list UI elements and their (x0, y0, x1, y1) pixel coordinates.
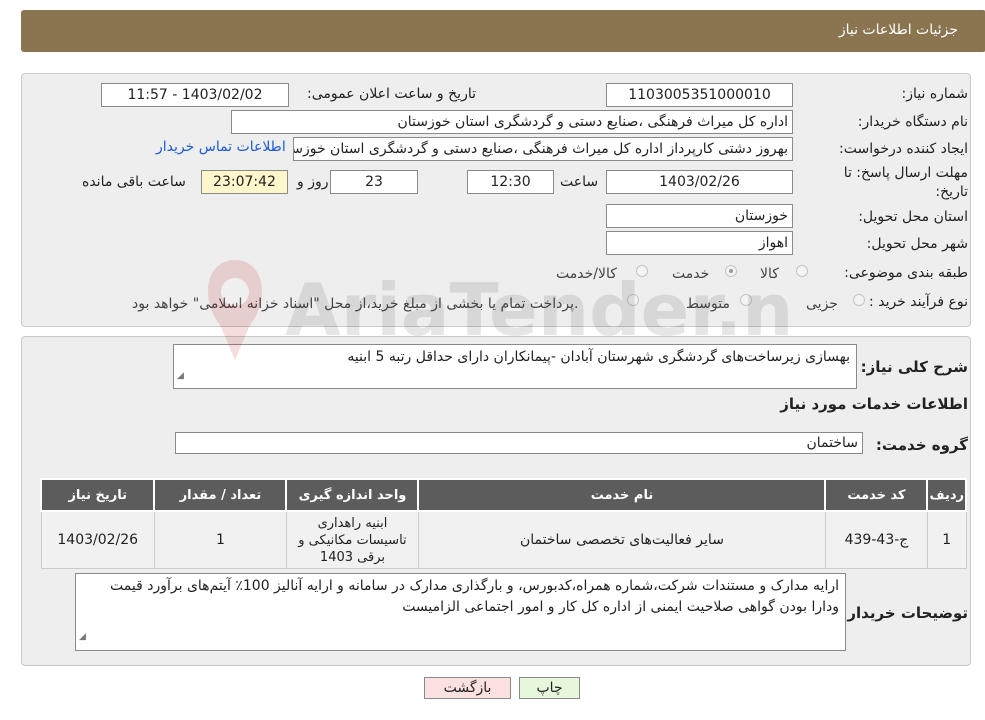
process-treasury-note: پرداخت تمام یا بخشی از مبلغ خرید،از محل … (132, 296, 579, 312)
buyer-org-field[interactable]: اداره کل میراث فرهنگی ،صنایع دستی و گردش… (231, 110, 793, 134)
services-section-title: اطلاعات خدمات مورد نیاز (780, 395, 968, 413)
requester-label: ایجاد کننده درخواست: (839, 141, 968, 157)
col-need-date: تاریخ نیاز (39, 478, 156, 512)
cell-quantity: 1 (153, 510, 287, 569)
resize-grip-icon[interactable]: ◢ (177, 366, 184, 386)
category-radio-service[interactable] (725, 265, 737, 277)
services-table: ردیف کد خدمت نام خدمت واحد اندازه گیری ت… (39, 478, 967, 569)
col-quantity: تعداد / مقدار (153, 478, 288, 512)
description-text: بهسازی زیرساخت‌های گردشگری شهرستان آبادا… (347, 349, 850, 365)
process-option-minor: جزیی (806, 296, 838, 312)
need-number-field[interactable]: 1103005351000010 (606, 83, 793, 107)
province-label: استان محل تحویل: (858, 209, 968, 225)
province-field[interactable]: خوزستان (606, 204, 793, 228)
process-radio-minor[interactable] (853, 294, 865, 306)
days-remaining-field[interactable]: 23 (330, 170, 418, 194)
cell-unit: ابنیه راهداری تاسیسات مکانیکی و برقی 140… (285, 510, 419, 569)
table-row: 1 ج-43-439 سایر فعالیت‌های تخصصی ساختمان… (40, 510, 967, 569)
print-button[interactable]: چاپ (519, 677, 580, 699)
category-radio-goods[interactable] (796, 265, 808, 277)
col-service-code: کد خدمت (824, 478, 929, 512)
need-number-label: شماره نیاز: (901, 86, 969, 102)
contact-info-link[interactable]: اطلاعات تماس خریدار (156, 139, 286, 155)
col-unit: واحد اندازه گیری (285, 478, 420, 512)
remaining-time-label: ساعت باقی مانده (82, 174, 186, 190)
days-label: روز و (297, 174, 329, 190)
page-title: جزئیات اطلاعات نیاز (838, 22, 958, 38)
announce-field[interactable]: 1403/02/02 - 11:57 (101, 83, 289, 107)
remaining-time-field[interactable]: 23:07:42 (201, 170, 288, 194)
process-checkbox-treasury[interactable] (627, 294, 639, 306)
description-field[interactable]: بهسازی زیرساخت‌های گردشگری شهرستان آبادا… (173, 344, 857, 389)
col-row-number: ردیف (926, 478, 967, 512)
cell-service-name: سایر فعالیت‌های تخصصی ساختمان (417, 510, 826, 569)
table-header-row: ردیف کد خدمت نام خدمت واحد اندازه گیری ت… (39, 478, 967, 512)
page-header: جزئیات اطلاعات نیاز (21, 10, 985, 52)
announce-label: تاریخ و ساعت اعلان عمومی: (307, 86, 476, 102)
category-option-service: خدمت (672, 266, 710, 282)
deadline-label-line1: مهلت ارسال پاسخ: تا (843, 165, 968, 181)
back-button[interactable]: بازگشت (424, 677, 511, 699)
process-option-medium: متوسط (686, 296, 730, 312)
buyer-notes-field[interactable]: ارایه مدارک و مستندات شرکت،شماره همراه،ک… (75, 573, 846, 651)
category-option-goods-service: کالا/خدمت (556, 266, 617, 282)
city-label: شهر محل تحویل: (866, 236, 968, 252)
cell-service-code: ج-43-439 (824, 510, 928, 569)
deadline-label-line2: تاریخ: (935, 184, 968, 200)
cell-need-date: 1403/02/26 (40, 510, 155, 569)
cell-row-number: 1 (926, 510, 967, 569)
resize-grip-icon[interactable]: ◢ (79, 627, 86, 648)
description-label: شرح کلی نیاز: (860, 358, 968, 376)
category-option-goods: کالا (760, 266, 779, 282)
category-label: طبقه بندی موضوعی: (844, 265, 968, 281)
deadline-time-label: ساعت (560, 174, 599, 190)
deadline-time-field[interactable]: 12:30 (467, 170, 554, 194)
requester-field[interactable]: بهروز دشتی کارپرداز اداره کل میراث فرهنگ… (293, 137, 793, 161)
buyer-notes-text: ارایه مدارک و مستندات شرکت،شماره همراه،ک… (110, 578, 839, 615)
deadline-date-field[interactable]: 1403/02/26 (606, 170, 793, 194)
buyer-org-label: نام دستگاه خریدار: (857, 114, 968, 130)
buyer-notes-label: توضیحات خریدار: (841, 604, 968, 622)
service-group-field[interactable]: ساختمان (175, 432, 863, 454)
process-radio-medium[interactable] (740, 294, 752, 306)
process-label: نوع فرآیند خرید : (869, 294, 968, 310)
category-radio-goods-service[interactable] (636, 265, 648, 277)
col-service-name: نام خدمت (417, 478, 827, 512)
city-field[interactable]: اهواز (606, 231, 793, 255)
service-group-label: گروه خدمت: (875, 436, 968, 454)
